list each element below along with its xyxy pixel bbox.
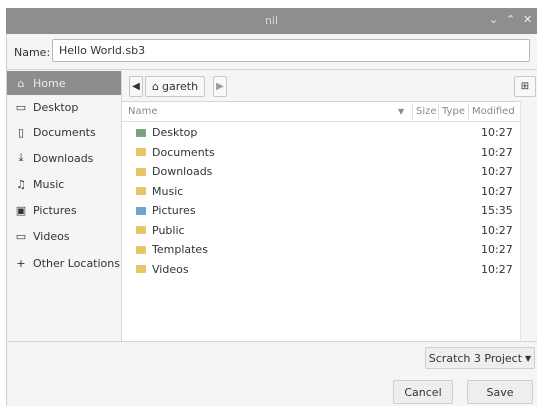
picture-icon: ▣: [15, 203, 27, 217]
file-name: Desktop: [152, 126, 198, 139]
sidebar-item-label: Videos: [33, 229, 70, 243]
file-name-cell: Public: [136, 224, 185, 237]
filename-input[interactable]: Hello World.sb3: [52, 39, 530, 62]
document-icon: ▯: [17, 125, 25, 139]
file-modified: 10:27: [481, 223, 513, 237]
download-icon: ⤓: [18, 151, 24, 164]
new-folder-button[interactable]: ⊞: [514, 76, 536, 97]
file-modified: 10:27: [481, 145, 513, 159]
folder-icon: [136, 265, 146, 273]
name-label: Name:: [14, 46, 51, 59]
sidebar-item-downloads[interactable]: ⤓ Downloads: [7, 146, 121, 170]
file-name-cell: Desktop: [136, 126, 197, 139]
path-bar: ◀ ⌂ gareth ▶ ⊞: [122, 71, 537, 101]
sidebar-item-label: Pictures: [33, 203, 77, 217]
folder-icon: [136, 167, 146, 176]
maximize-icon[interactable]: ⌃: [506, 13, 515, 26]
cancel-button[interactable]: Cancel: [393, 380, 453, 404]
folder-icon: [136, 187, 146, 195]
column-size[interactable]: Size: [416, 106, 437, 117]
chevron-left-icon: ◀: [132, 81, 140, 92]
save-button[interactable]: Save: [467, 380, 533, 404]
file-name-cell: Videos: [136, 263, 189, 276]
sidebar-item-label: Music: [33, 177, 65, 191]
file-name-cell: Templates: [136, 243, 208, 256]
file-name-cell: Music: [136, 185, 183, 198]
sidebar-item-documents[interactable]: ▯ Documents: [7, 120, 121, 144]
sidebar-item-pictures[interactable]: ▣ Pictures: [7, 198, 121, 222]
sidebar-item-label: Home: [33, 76, 66, 90]
file-name-cell: Documents: [136, 146, 215, 159]
file-row[interactable]: Documents 10:27: [122, 144, 520, 163]
column-type[interactable]: Type: [442, 106, 465, 117]
file-name: Pictures: [152, 204, 196, 217]
file-modified: 10:27: [481, 262, 513, 276]
path-back-button[interactable]: ◀: [129, 76, 143, 97]
minimize-icon[interactable]: ⌄: [489, 13, 498, 26]
file-row[interactable]: Videos 10:27: [122, 261, 520, 280]
home-icon: ⌂: [17, 76, 25, 90]
file-name: Templates: [152, 243, 208, 256]
plus-icon: +: [16, 256, 26, 270]
sidebar-item-label: Documents: [33, 125, 96, 139]
column-name[interactable]: Name: [128, 106, 158, 117]
window-title: nil: [264, 14, 279, 27]
file-type-filter[interactable]: Scratch 3 Project ▼: [425, 347, 535, 369]
music-icon: ♫: [16, 177, 26, 191]
sort-down-icon: ▼: [398, 107, 405, 116]
sidebar-item-label: Other Locations: [33, 256, 120, 270]
sidebar-item-desktop[interactable]: ▭ Desktop: [7, 95, 121, 119]
file-modified: 10:27: [481, 165, 513, 178]
close-icon[interactable]: ✕: [523, 13, 532, 26]
file-row[interactable]: Templates 10:27: [122, 241, 520, 260]
folder-icon: ▭: [15, 100, 27, 114]
video-icon: ▭: [15, 229, 27, 243]
file-row[interactable]: Desktop 10:27: [122, 124, 520, 143]
sidebar-item-videos[interactable]: ▭ Videos: [7, 224, 121, 248]
path-crumb-label: gareth: [161, 80, 199, 93]
folder-icon: [136, 128, 146, 137]
file-name: Music: [152, 184, 184, 198]
file-row[interactable]: Downloads 10:27: [122, 163, 520, 182]
file-modified: 10:27: [481, 243, 513, 256]
places-sidebar: ⌂ Home ▭ Desktop ▯ Documents ⤓ Downloads ♫ Music ▣…: [7, 71, 122, 341]
home-icon: ⌂: [152, 80, 159, 93]
sidebar-item-home[interactable]: ⌂ Home: [7, 71, 121, 95]
new-folder-icon: ⊞: [520, 81, 530, 92]
vertical-scrollbar[interactable]: [520, 101, 537, 341]
title-bar: nil ⌄ ⌃ ✕: [6, 8, 537, 34]
column-header: Name ▼ Size Type Modified: [122, 102, 520, 122]
sidebar-item-label: Desktop: [33, 100, 79, 114]
dropdown-arrow-icon: ▼: [525, 353, 532, 363]
file-modified: 10:27: [481, 184, 513, 198]
file-name: Documents: [152, 145, 215, 159]
file-modified: 15:35: [481, 204, 513, 217]
chevron-right-icon: ▶: [216, 81, 224, 92]
file-row[interactable]: Pictures 15:35: [122, 202, 520, 221]
folder-icon: [136, 206, 146, 215]
file-chooser-dialog: Name: Hello World.sb3 ⌂ Home ▭ Desktop ▯ Docu…: [6, 34, 537, 406]
file-name-cell: Pictures: [136, 204, 196, 217]
folder-icon: [136, 245, 146, 254]
path-forward-button[interactable]: ▶: [213, 76, 227, 97]
sidebar-item-other-locations[interactable]: + Other Locations: [7, 251, 121, 275]
file-row[interactable]: Public 10:27: [122, 222, 520, 241]
file-name: Videos: [152, 262, 189, 276]
sidebar-item-music[interactable]: ♫ Music: [7, 172, 121, 196]
file-name: Public: [152, 223, 185, 237]
path-crumb-home[interactable]: ⌂ gareth: [145, 76, 206, 97]
folder-icon: [136, 226, 146, 234]
file-name: Downloads: [152, 165, 213, 178]
column-modified[interactable]: Modified: [472, 106, 515, 117]
file-row[interactable]: Music 10:27: [122, 183, 520, 202]
name-bar: Name: Hello World.sb3: [7, 34, 537, 70]
sidebar-item-label: Downloads: [33, 151, 94, 165]
folder-icon: [136, 148, 146, 156]
file-modified: 10:27: [481, 126, 513, 139]
file-name-cell: Downloads: [136, 165, 212, 178]
file-list: Name ▼ Size Type Modified Desktop 10:27 Do…: [122, 101, 520, 341]
filter-label: Scratch 3 Project: [428, 351, 523, 365]
